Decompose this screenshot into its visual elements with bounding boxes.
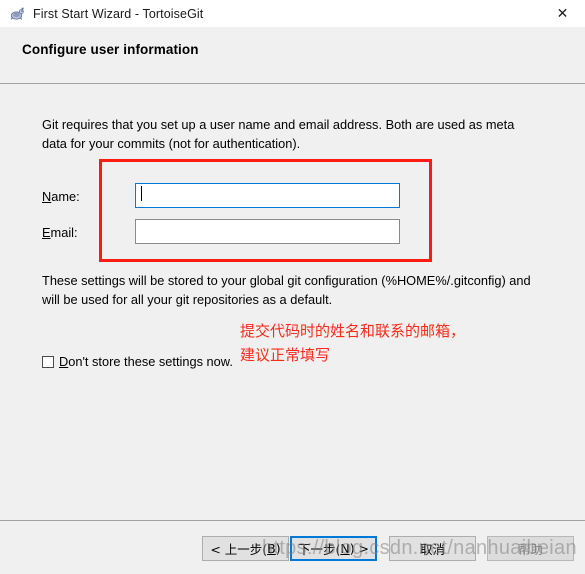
next-button-post: ) > [349,541,370,556]
name-label: Name: [42,189,80,204]
text-caret [141,186,142,201]
cancel-button-label: 取消 [419,542,445,557]
title-bar: First Start Wizard - TortoiseGit ✕ [0,0,585,27]
email-label: Email: [42,225,78,240]
email-input[interactable] [135,219,400,244]
intro-text: Git requires that you set up a user name… [42,117,515,151]
dont-store-accel: D [59,354,69,369]
annotation-note-line2: 建议正常填写 [240,346,331,364]
wizard-footer: < 上一步(B) 下一步(N) > 取消 帮助 [0,521,585,574]
wizard-header: Configure user information [0,27,585,84]
window-title: First Start Wizard - TortoiseGit [33,6,204,21]
name-input[interactable] [135,183,400,208]
wizard-body: Git requires that you set up a user name… [0,85,585,520]
next-button[interactable]: 下一步(N) > [290,536,377,561]
dont-store-checkbox-row[interactable]: Don't store these settings now. [42,354,233,369]
name-label-rest: ame: [51,189,80,204]
next-button-accel: N [340,541,350,556]
back-button[interactable]: < 上一步(B) [202,536,289,561]
help-button: 帮助 [487,536,574,561]
help-button-label: 帮助 [517,542,543,557]
close-icon[interactable]: ✕ [540,0,585,27]
page-title: Configure user information [22,42,199,57]
email-label-accel: E [42,225,51,240]
next-button-pre: 下一步( [297,542,341,557]
name-label-accel: N [42,189,52,204]
dont-store-checkbox-label: Don't store these settings now. [59,354,233,369]
back-button-pre: < 上一步( [210,542,268,557]
dont-store-checkbox[interactable] [42,355,54,368]
back-button-accel: B [267,541,276,556]
back-button-post: ) [275,541,281,556]
annotation-note: 提交代码时的姓名和联系的邮箱， 建议正常填写 [240,319,465,367]
annotation-note-line1: 提交代码时的姓名和联系的邮箱， [240,322,466,340]
storage-info-text: These settings will be stored to your gl… [42,273,531,307]
email-label-rest: mail: [50,225,78,240]
annotation-rectangle [99,159,432,262]
cancel-button[interactable]: 取消 [389,536,476,561]
dont-store-rest: on't store these settings now. [68,354,233,369]
tortoisegit-icon [9,6,25,22]
